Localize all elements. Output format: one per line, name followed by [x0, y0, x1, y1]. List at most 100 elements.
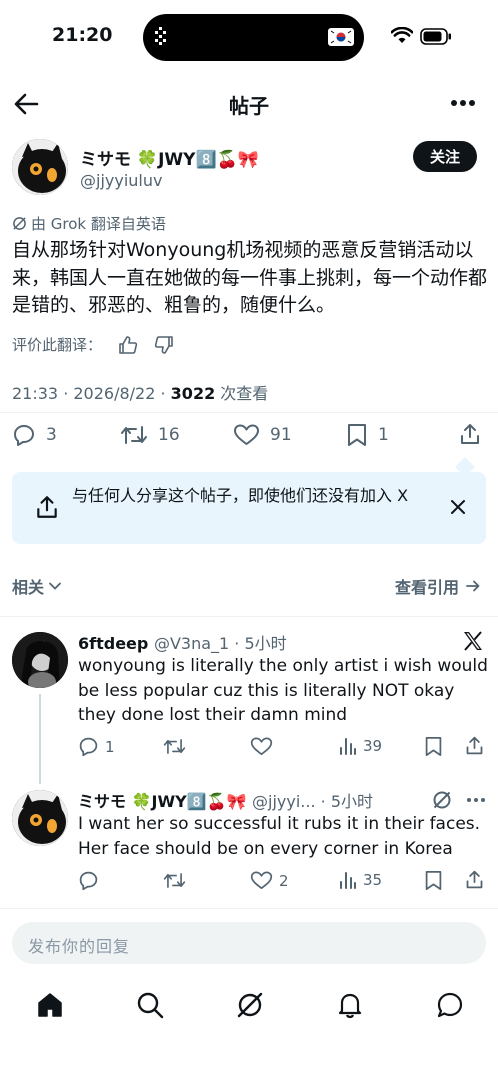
view-quotes-button[interactable]: 查看引用	[395, 574, 481, 598]
divider	[0, 616, 498, 617]
share-button[interactable]	[458, 422, 482, 446]
like-icon	[234, 424, 259, 445]
divider	[0, 908, 498, 909]
notifications-icon	[338, 993, 362, 1019]
translation-source: 由 Grok 翻译自英语	[12, 213, 166, 234]
grok-nav-icon	[237, 992, 263, 1018]
like-button[interactable]: 2	[250, 870, 289, 891]
like-button[interactable]	[250, 736, 279, 757]
island-indicator-icon	[150, 26, 170, 46]
reply-button[interactable]: 1	[78, 736, 115, 757]
post-text: 自从那场针对Wonyoung机场视频的恶意反营销活动以来，韩国人一直在她做的每一…	[12, 239, 488, 316]
reply-input-placeholder: 发布你的回复	[28, 937, 131, 956]
translation-label: 由 Grok 翻译自英语	[31, 215, 166, 233]
view-count: 3022	[170, 384, 216, 403]
more-button[interactable]	[466, 797, 486, 803]
post-meta: 21:33 · 2026/8/22 · 3022 次查看	[12, 380, 268, 404]
repost-button[interactable]	[163, 870, 192, 891]
share-button[interactable]	[464, 735, 485, 756]
chevron-down-icon	[49, 582, 61, 590]
reply-author[interactable]: 6ftdeep @V3na_1 · 5小时	[78, 630, 287, 654]
share-icon	[466, 870, 483, 889]
reply-text: wonyoung is literally the only artist i …	[78, 656, 488, 725]
author-handle[interactable]: @jjyyiuluv	[80, 171, 162, 190]
wifi-icon	[391, 27, 413, 44]
reply-author-name: ミサモ 🍀JWY8️⃣🍒🎀	[78, 792, 247, 811]
bookmark-icon	[425, 737, 442, 756]
reply-author[interactable]: ミサモ 🍀JWY8️⃣🍒🎀 @jjyyi... · 5小时	[78, 788, 373, 812]
reply-button[interactable]: 3	[12, 423, 57, 447]
home-icon	[38, 993, 62, 1017]
like-count: 91	[270, 425, 292, 445]
reply-text: I want her so successful it rubs it in t…	[78, 814, 481, 859]
repost-count: 16	[158, 425, 180, 445]
bookmark-icon	[425, 871, 442, 890]
thumb-down-button[interactable]	[154, 335, 174, 355]
share-banner-icon	[34, 494, 60, 520]
like-icon	[250, 871, 273, 890]
bookmark-button[interactable]	[424, 870, 443, 891]
bookmark-button[interactable]	[424, 736, 443, 757]
reply-icon	[79, 871, 98, 891]
view-count: 35	[363, 871, 383, 889]
nav-messages[interactable]	[436, 991, 464, 1019]
grok-icon[interactable]	[432, 790, 452, 810]
thumb-up-icon	[119, 335, 138, 354]
rate-translation: 评价此翻译：	[12, 334, 174, 355]
post-time: 21:33 · 2026/8/22 ·	[12, 384, 171, 403]
share-button[interactable]	[464, 869, 485, 890]
avatar[interactable]	[12, 139, 68, 195]
related-sort-button[interactable]: 相关	[12, 574, 62, 598]
views-button[interactable]: 39	[339, 736, 382, 756]
reply-icon	[14, 425, 34, 446]
bookmark-button[interactable]: 1	[346, 423, 389, 447]
status-time: 21:20	[52, 24, 113, 46]
close-icon	[451, 500, 465, 514]
reply-count: 1	[105, 737, 115, 756]
divider	[0, 412, 498, 413]
bookmark-count: 1	[378, 425, 389, 445]
reply-icon	[79, 737, 98, 757]
page-title: 帖子	[229, 94, 269, 118]
rate-label: 评价此翻译：	[12, 336, 103, 354]
share-banner-text: 与任何人分享这个帖子，即使他们还没有加入 X	[72, 486, 409, 505]
reply-meta: @V3na_1 · 5小时	[153, 634, 287, 653]
related-label: 相关	[12, 578, 45, 597]
flag-icon	[328, 28, 354, 46]
bookmark-icon	[348, 424, 366, 446]
views-button[interactable]: 35	[339, 870, 382, 890]
nav-notifications[interactable]	[336, 991, 364, 1019]
repost-button[interactable]: 16	[120, 423, 180, 447]
follow-button[interactable]: 关注	[413, 141, 477, 172]
more-button[interactable]	[450, 99, 476, 107]
view-count: 39	[363, 737, 383, 755]
views-icon	[340, 872, 356, 889]
author-name[interactable]: ミサモ 🍀JWY8️⃣🍒🎀	[80, 145, 259, 170]
like-count: 2	[279, 871, 289, 890]
nav-search[interactable]	[136, 991, 164, 1019]
avatar[interactable]	[12, 790, 68, 846]
quotes-label: 查看引用	[395, 578, 460, 597]
thumb-down-icon	[154, 335, 173, 354]
close-banner-button[interactable]	[450, 499, 466, 515]
share-banner	[12, 472, 486, 544]
repost-icon	[163, 739, 186, 754]
thumb-up-button[interactable]	[118, 335, 138, 355]
repost-icon	[121, 426, 147, 444]
thread-connector	[39, 694, 41, 784]
messages-icon	[437, 992, 463, 1018]
nav-grok[interactable]	[236, 991, 264, 1019]
reply-meta: @jjyyi... · 5小时	[252, 792, 374, 811]
reply-author-name: 6ftdeep	[78, 634, 149, 653]
like-button[interactable]: 91	[233, 423, 292, 447]
views-label: 次查看	[215, 384, 269, 403]
avatar[interactable]	[12, 632, 68, 688]
share-icon	[461, 424, 479, 444]
repost-button[interactable]	[163, 736, 192, 757]
arrow-right-icon	[466, 580, 480, 592]
grok-icon	[13, 217, 26, 230]
reply-button[interactable]	[78, 870, 105, 891]
repost-icon	[163, 873, 186, 888]
nav-home[interactable]	[36, 991, 64, 1019]
x-logo-icon	[462, 630, 484, 652]
